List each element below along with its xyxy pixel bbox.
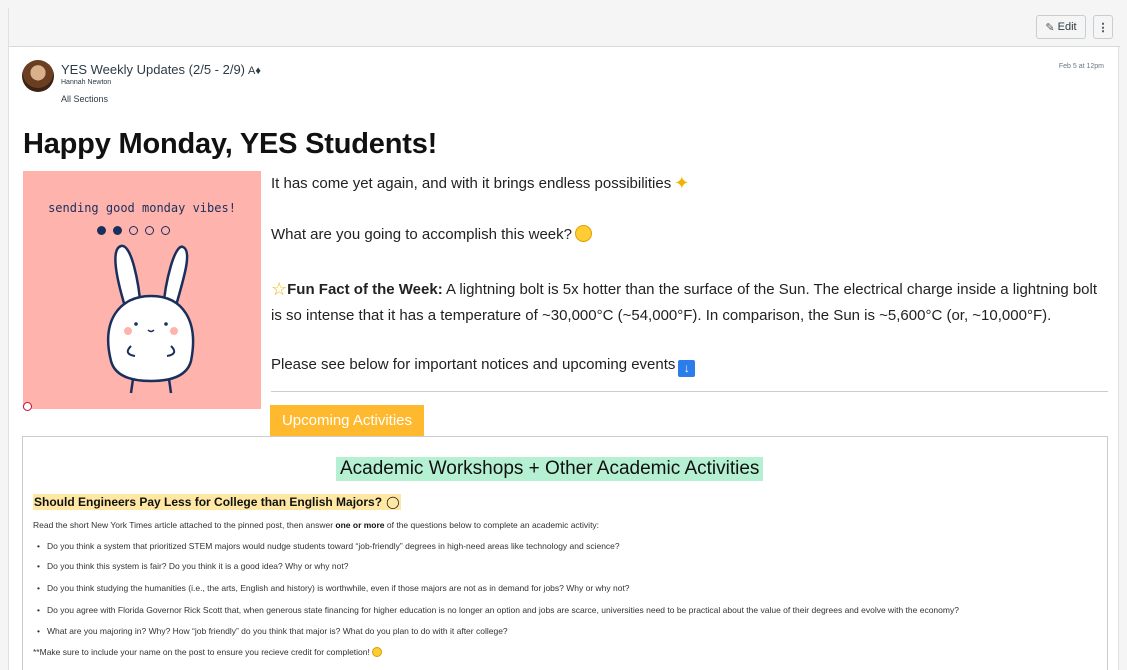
divider — [271, 391, 1108, 392]
discussion-page: ✎ Edit ⋮ YES Weekly Updates (2/5 - 2/9) A… — [8, 8, 1120, 670]
activity-subheading: Should Engineers Pay Less for College th… — [33, 494, 401, 510]
down-arrow-icon: ↓ — [678, 360, 696, 377]
more-options-button[interactable]: ⋮ — [1093, 15, 1113, 39]
monday-vibes-image: sending good monday vibes! — [23, 171, 261, 409]
list-item: Do you think studying the humanities (i.… — [37, 583, 630, 593]
sparkles-icon: ✦ — [674, 173, 690, 193]
subheading-text: Should Engineers Pay Less for College th… — [34, 495, 383, 509]
edit-label: Edit — [1057, 21, 1077, 33]
post-title: YES Weekly Updates (2/5 - 2/9) A♦ — [61, 62, 261, 77]
bunny-illustration — [106, 244, 195, 394]
edit-button[interactable]: ✎ Edit — [1036, 15, 1086, 39]
page-heading: Happy Monday, YES Students! — [23, 128, 438, 160]
toolbar: ✎ Edit ⋮ — [9, 8, 1120, 47]
intro-pre: Read the short New York Times article at… — [33, 520, 336, 530]
list-item: Do you agree with Florida Governor Rick … — [37, 605, 959, 615]
pinterest-icon[interactable] — [23, 402, 32, 411]
avatar[interactable] — [22, 60, 54, 92]
post-title-text: YES Weekly Updates (2/5 - 2/9) — [61, 62, 246, 77]
intro-post: of the questions below to complete an ac… — [384, 520, 600, 530]
smiley-icon — [371, 647, 382, 657]
question-paragraph: What are you going to accomplish this we… — [271, 222, 592, 248]
list-item: What are you majoring in? Why? How “job … — [37, 626, 508, 636]
activities-panel: Academic Workshops + Other Academic Acti… — [22, 436, 1108, 670]
question-text: What are you going to accomplish this we… — [271, 226, 572, 243]
note-text: **Make sure to include your name on the … — [33, 647, 370, 657]
list-item: Do you think this system is fair? Do you… — [37, 561, 348, 571]
sections-label: All Sections — [61, 94, 109, 104]
completion-note: **Make sure to include your name on the … — [33, 647, 382, 657]
fun-fact-label: Fun Fact of the Week: — [287, 281, 443, 298]
tab-upcoming-activities[interactable]: Upcoming Activities — [270, 405, 424, 436]
unread-toggle-icon[interactable]: A♦ — [248, 65, 261, 77]
pencil-icon: ✎ — [1045, 21, 1055, 34]
post-date: Feb 5 at 12pm — [1058, 63, 1104, 70]
thinking-face-icon — [575, 225, 592, 242]
author-name[interactable]: Hannah Newton — [61, 79, 111, 86]
notice-paragraph: Please see below for important notices a… — [271, 352, 696, 378]
activity-intro: Read the short New York Times article at… — [33, 520, 599, 530]
fun-fact-paragraph: ☆Fun Fact of the Week: A lightning bolt … — [271, 276, 1111, 329]
intro-text: It has come yet again, and with it bring… — [271, 175, 672, 192]
panel-title: Academic Workshops + Other Academic Acti… — [336, 457, 764, 481]
star-icon: ☆ — [271, 279, 288, 299]
speech-bubble-icon: ◯ — [386, 495, 400, 509]
notice-text: Please see below for important notices a… — [271, 356, 676, 373]
intro-bold: one or more — [335, 520, 385, 530]
list-item: Do you think a system that prioritized S… — [37, 541, 620, 551]
intro-paragraph: It has come yet again, and with it bring… — [271, 170, 689, 197]
